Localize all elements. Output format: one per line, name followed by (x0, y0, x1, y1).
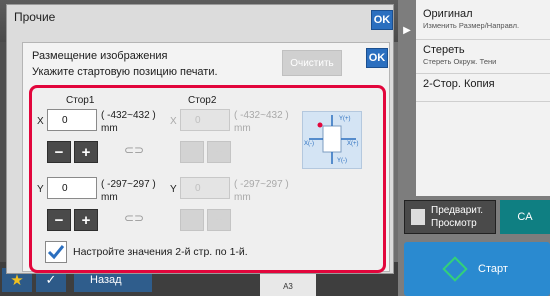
ok-label: OK (373, 14, 391, 26)
x-minus-label: X(-) (304, 141, 314, 147)
side2-x-minus-button[interactable]: − (180, 141, 204, 163)
start-button[interactable]: Старт (404, 242, 550, 296)
function-item-duplex[interactable]: 2-Стор. Копия (416, 74, 550, 102)
side2-y-plus-button[interactable]: + (207, 209, 231, 231)
plus-icon: + (81, 143, 91, 161)
side1-y-minus-button[interactable]: − (47, 209, 71, 231)
ca-label: CA (517, 211, 533, 223)
side2-header: Стор2 (188, 95, 217, 106)
side2-y-range: ( -297~297 ) (234, 179, 289, 190)
side2-x-range: ( -432~432 ) (234, 110, 289, 121)
check-icon: ✓ (45, 272, 57, 287)
dialog-title: Прочие (14, 10, 56, 24)
checkmark-icon (47, 245, 65, 260)
side1-x-value: 0 (62, 114, 68, 126)
plus-icon: + (81, 211, 91, 229)
side2-y-minus-button[interactable]: − (180, 209, 204, 231)
clear-button[interactable]: Очистить (282, 50, 342, 76)
side1-y-axis-label: Y (37, 184, 44, 195)
dialog-ok-button[interactable]: OK (371, 10, 393, 30)
side2-y-value: 0 (195, 182, 201, 194)
minus-icon: − (187, 143, 197, 161)
plus-icon: + (214, 143, 224, 161)
side2-x-plus-button[interactable]: + (207, 141, 231, 163)
side2-x-value: 0 (195, 114, 201, 126)
ok-label: OK (368, 52, 386, 64)
image-placement-subtitle: Укажите стартовую позицию печати. (32, 66, 218, 78)
clear-all-button[interactable]: CA (500, 200, 550, 234)
function-item-title: 2-Стор. Копия (423, 78, 495, 90)
clear-label: Очистить (290, 57, 334, 69)
apply-side1-checkbox[interactable] (45, 241, 67, 263)
function-item-erase[interactable]: Стереть Стереть Окруж. Тени (416, 40, 550, 74)
side2-x-input[interactable]: 0 (180, 109, 230, 131)
side2-x-unit: mm (234, 123, 251, 134)
position-direction-diagram: Y(+) Y(-) X(-) X(+) (302, 111, 362, 169)
link-icon: ⊂⊃ (124, 211, 145, 225)
function-item-original[interactable]: Оригинал Изменить Размер/Направл. (416, 4, 550, 40)
function-item-subtitle: Стереть Окруж. Тени (423, 57, 497, 66)
side1-x-plus-button[interactable]: + (74, 141, 98, 163)
side1-y-range: ( -297~297 ) (101, 179, 156, 190)
side1-x-minus-button[interactable]: − (47, 141, 71, 163)
direction-arrows-graphic (309, 115, 356, 164)
side1-x-unit: mm (101, 123, 118, 134)
preview-button-label: Предварит. Просмотр (431, 205, 484, 229)
minus-icon: − (187, 211, 197, 229)
function-item-title: Оригинал (423, 8, 473, 20)
side1-x-axis-label: X (37, 116, 44, 127)
link-icon: ⊂⊃ (124, 143, 145, 157)
side1-y-plus-button[interactable]: + (74, 209, 98, 231)
start-label: Старт (478, 263, 508, 275)
image-placement-title: Размещение изображения (32, 50, 168, 62)
play-arrow-icon: ▶ (403, 24, 411, 36)
preview-icon (411, 209, 425, 225)
plus-icon: + (214, 211, 224, 229)
preview-button[interactable]: Предварит. Просмотр (404, 200, 496, 234)
function-item-title: Стереть (423, 44, 465, 56)
minus-icon: − (54, 211, 64, 229)
apply-side1-label: Настройте значения 2-й стр. по 1-й. (73, 246, 248, 258)
y-plus-label: Y(+) (339, 116, 351, 122)
side2-x-axis-label: X (170, 116, 177, 127)
side1-y-unit: mm (101, 192, 118, 203)
side2-y-unit: mm (234, 192, 251, 203)
paper-size-label: A3 (283, 282, 293, 291)
start-icon (442, 256, 468, 282)
side2-y-axis-label: Y (170, 184, 177, 195)
back-button-label: Назад (90, 274, 122, 286)
minus-icon: − (54, 143, 64, 161)
side1-x-range: ( -432~432 ) (101, 110, 156, 121)
side1-header: Стор1 (66, 95, 95, 106)
side1-y-value: 0 (62, 182, 68, 194)
side2-y-input[interactable]: 0 (180, 177, 230, 199)
y-minus-label: Y(-) (337, 158, 347, 164)
side1-y-input[interactable]: 0 (47, 177, 97, 199)
inner-ok-button[interactable]: OK (366, 48, 388, 68)
function-item-subtitle: Изменить Размер/Направл. (423, 21, 520, 30)
panel-expand-arrow[interactable]: ▶ (398, 18, 416, 42)
x-plus-label: X(+) (347, 141, 359, 147)
side1-x-input[interactable]: 0 (47, 109, 97, 131)
